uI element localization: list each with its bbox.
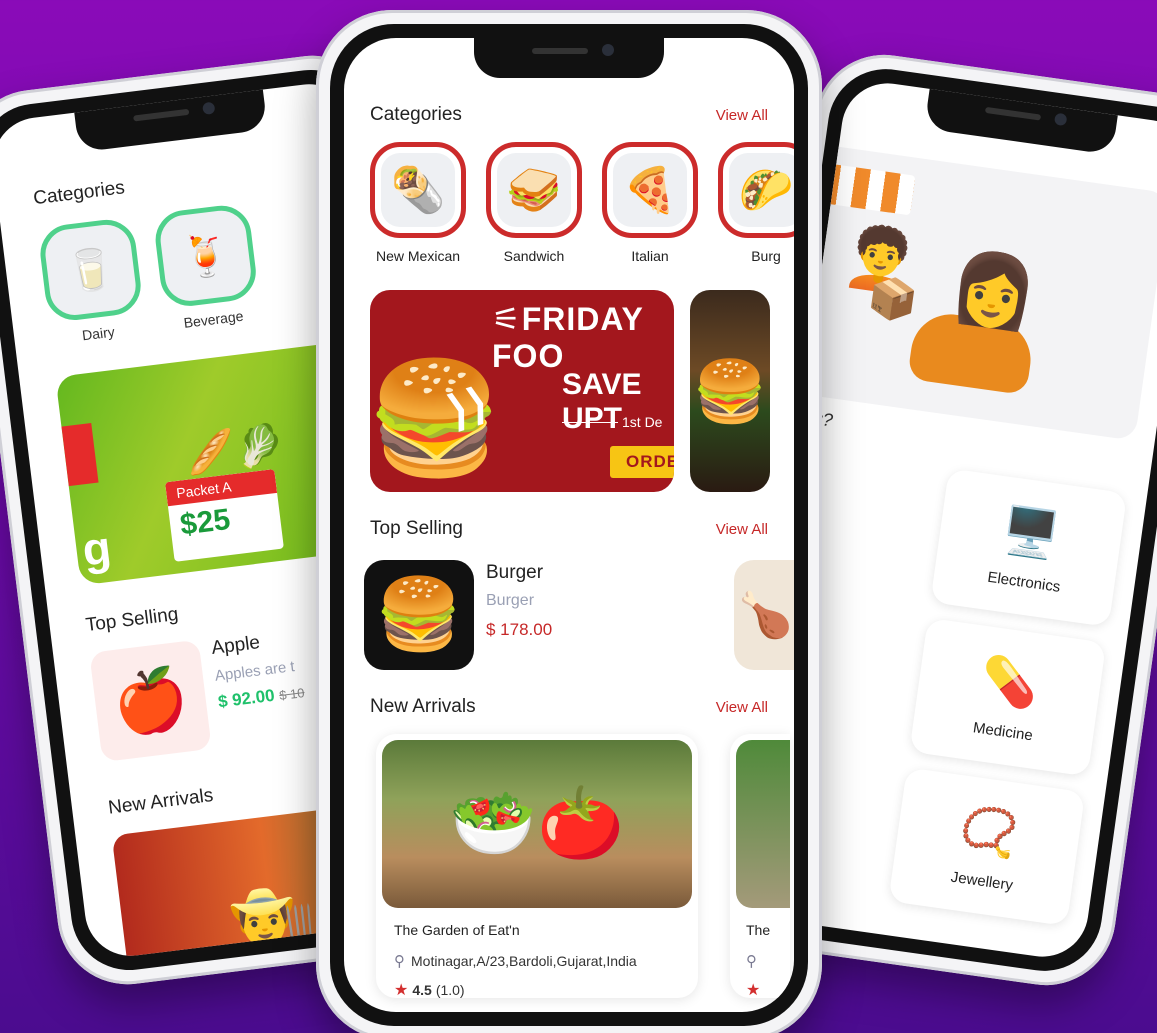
banner-red-strip	[61, 422, 99, 487]
categories-header: Categories View All	[370, 104, 794, 126]
food-screen: Categories View All 🌯 New Mexican 🥪 Sand…	[344, 38, 794, 1012]
category-label: Sandwich	[503, 248, 565, 264]
category-sandwich[interactable]: 🥪 Sandwich	[486, 142, 582, 264]
apple-image: 🍎	[89, 639, 212, 763]
product-price: $ 178.00	[486, 620, 553, 639]
medicine-icon: 💊	[978, 651, 1042, 712]
top-selling-title: Top Selling	[370, 518, 463, 539]
service-label: Electronics	[986, 568, 1062, 596]
taco-icon: 🌮	[718, 142, 794, 238]
milk-icon: 🥛	[37, 216, 145, 324]
product-price: $ 92.00 $ 10	[217, 682, 306, 712]
restaurant-rating: ★ 4.5 (1.0)	[394, 980, 692, 1000]
product-info[interactable]: Burger Burger $ 178.00	[486, 560, 552, 670]
shop-awning-icon	[820, 163, 916, 216]
phone-food: Categories View All 🌯 New Mexican 🥪 Sand…	[316, 10, 822, 1033]
location-pin-icon: ⚲	[394, 953, 405, 970]
restaurant-card-peek[interactable]: The ⚲ ★	[730, 734, 790, 998]
category-burger[interactable]: 🌮 Burg	[718, 142, 794, 264]
service-medicine[interactable]: 💊 Medicine	[909, 617, 1107, 777]
phone-bezel: Categories View All 🌯 New Mexican 🥪 Sand…	[330, 24, 808, 1026]
location-pin-icon: ⚲	[746, 953, 757, 970]
category-label: Beverage	[182, 307, 245, 331]
banner-carousel: 🍔 ⟩⟩ ⚟FRIDAY FOO SAVE UPT 1st De ORDE 🍔	[370, 290, 794, 492]
new-arrivals-view-all-link[interactable]: View All	[716, 699, 768, 716]
new-arrivals-list: 🥗🍅 The Garden of Eat'n ⚲ Motinagar,A/23,…	[370, 734, 794, 1000]
beverage-icon: 🍹	[152, 202, 260, 310]
category-new-mexican[interactable]: 🌯 New Mexican	[370, 142, 466, 264]
promo-banner-peek[interactable]: 🍔	[690, 290, 770, 492]
star-icon: ★	[394, 982, 409, 999]
category-list: 🌯 New Mexican 🥪 Sandwich 🍕 Italian 🌮 Bur…	[370, 142, 794, 264]
banner-text: g	[79, 520, 114, 576]
computer-icon: 🖥️	[999, 502, 1063, 562]
top-selling-view-all-link[interactable]: View All	[716, 521, 768, 538]
restaurant-name: The Garden of Eat'n	[394, 922, 520, 938]
burrito-icon: 🌯	[370, 142, 466, 238]
category-dairy[interactable]: 🥛 Dairy	[37, 216, 147, 347]
top-selling-header: Top Selling View All	[370, 518, 794, 540]
category-list: 🥛 Dairy 🍹 Beverage	[37, 192, 347, 347]
banner-date: 1st De	[622, 414, 663, 430]
category-label: Italian	[631, 248, 669, 264]
new-arrivals-title: New Arrivals	[370, 696, 476, 717]
banner-headline: ⚟FRIDAY FOO	[492, 301, 644, 374]
product-name: Apple	[210, 632, 262, 659]
order-button[interactable]: ORDE	[610, 446, 674, 478]
restaurant-card[interactable]: 🥗🍅 The Garden of Eat'n ⚲ Motinagar,A/23,…	[376, 734, 698, 1000]
customer-icon: 👩	[945, 245, 1043, 335]
service-label: Jewellery	[949, 868, 1015, 894]
rating-count: (1.0)	[435, 982, 465, 998]
necklace-icon: 📿	[956, 801, 1021, 861]
price-old: $ 10	[278, 685, 306, 704]
packet-card: Packet A $25	[165, 469, 284, 562]
categories-title: Categories	[370, 104, 462, 125]
star-icon: ★	[746, 982, 761, 998]
delivery-illustration: 🧑‍🦱 📦 👩	[784, 144, 1157, 441]
category-label: Burg	[751, 248, 781, 264]
address-text: Motinagar,A/23,Bardoli,Gujarat,India	[411, 953, 637, 969]
category-italian[interactable]: 🍕 Italian	[602, 142, 698, 264]
service-electronics[interactable]: 🖥️ Electronics	[930, 468, 1128, 628]
phone-notch	[474, 38, 664, 78]
banner-divider	[562, 422, 618, 423]
restaurant-image: 🥗🍅	[382, 740, 692, 908]
service-label: Medicine	[972, 718, 1034, 744]
product-name: Burger	[486, 562, 544, 583]
category-beverage[interactable]: 🍹 Beverage	[152, 202, 262, 333]
product-desc: Apples are t	[213, 658, 296, 685]
restaurant-peek-name: The	[746, 922, 771, 938]
top-selling-list: 🍔 Burger Burger $ 178.00 🍗	[364, 560, 794, 670]
restaurant-peek-image	[736, 740, 790, 908]
pizza-icon: 🍕	[602, 142, 698, 238]
promo-banner[interactable]: 🍔 ⟩⟩ ⚟FRIDAY FOO SAVE UPT 1st De ORDE	[370, 290, 674, 492]
product-category: Burger	[486, 592, 535, 609]
sandwich-icon: 🥪	[486, 142, 582, 238]
burger-image[interactable]: 🍔	[364, 560, 474, 670]
category-label: New Mexican	[375, 248, 461, 264]
package-icon: 📦	[865, 274, 921, 326]
price-current: $ 92.00	[217, 685, 276, 712]
category-label: Dairy	[81, 323, 116, 344]
service-jewellery[interactable]: 📿 Jewellery	[888, 767, 1086, 927]
rating-value: 4.5	[412, 982, 432, 998]
restaurant-address: ⚲ Motinagar,A/23,Bardoli,Gujarat,India	[394, 952, 692, 970]
product-peek-image[interactable]: 🍗	[734, 560, 794, 670]
categories-view-all-link[interactable]: View All	[716, 107, 768, 124]
new-arrivals-header: New Arrivals View All	[370, 696, 794, 718]
